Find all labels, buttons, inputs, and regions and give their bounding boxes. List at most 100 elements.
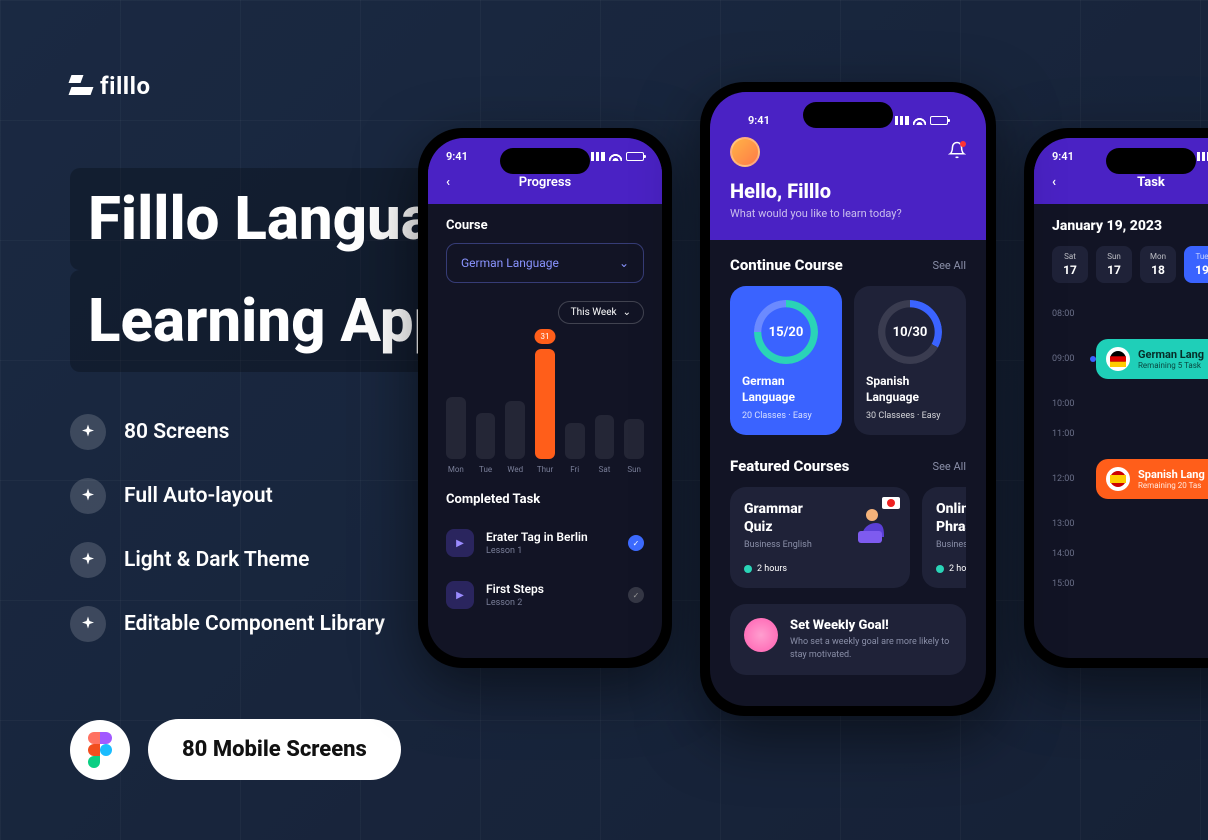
progress-text: 15/20 [754, 300, 818, 364]
schedule-event[interactable]: German Lang Remaining 5 Task [1096, 339, 1208, 379]
chart-bar[interactable]: Sat [595, 415, 615, 474]
schedule-slot: 10:00 [1052, 389, 1208, 419]
dynamic-island-icon [500, 148, 590, 174]
day-number: 17 [1056, 263, 1084, 277]
event-sub: Remaining 5 Task [1138, 361, 1204, 370]
course-name: Spanish Language [866, 374, 954, 405]
progress-ring: 15/20 [754, 300, 818, 364]
day-chip[interactable]: Sun 17 [1096, 246, 1132, 283]
schedule-slot: 14:00 [1052, 539, 1208, 569]
slot-time: 15:00 [1052, 579, 1086, 589]
feature-text: Light & Dark Theme [124, 548, 309, 572]
slot-time: 11:00 [1052, 429, 1086, 439]
day-number: 18 [1144, 263, 1172, 277]
progress-chart: Mon Tue Wed 31 Thur Fri Sat [446, 324, 644, 474]
flag-icon [1106, 467, 1130, 491]
slot-time: 14:00 [1052, 549, 1086, 559]
schedule-slot: 09:00 German Lang Remaining 5 Task [1052, 329, 1208, 389]
day-of-week: Sat [1056, 252, 1084, 261]
completed-task-label: Completed Task [446, 492, 644, 507]
screen-title: Task [1137, 175, 1165, 190]
feature-item: Light & Dark Theme [70, 542, 385, 578]
feature-item: Editable Component Library [70, 606, 385, 642]
figma-icon [70, 720, 130, 780]
chart-bar[interactable]: Tue [476, 413, 496, 474]
task-status-icon: ✓ [628, 587, 644, 603]
bar-day-label: Wed [507, 465, 523, 474]
back-icon[interactable]: ‹ [1052, 175, 1056, 190]
slot-time: 10:00 [1052, 399, 1086, 409]
phone-mockup-progress: 9:41 ‹ Progress Course German Language ⌄… [418, 128, 672, 668]
day-of-week: Tue [1188, 252, 1208, 261]
task-row[interactable]: ▶ Erater Tag in Berlin Lesson 1 ✓ [446, 517, 644, 569]
progress-ring: 10/30 [878, 300, 942, 364]
brand-mark-icon [70, 75, 92, 97]
brand-logo: filllo [70, 72, 151, 100]
chart-bar[interactable]: Sun [624, 419, 644, 474]
goal-emoji-icon [744, 618, 778, 652]
day-of-week: Sun [1100, 252, 1128, 261]
bar-day-label: Thur [537, 465, 553, 474]
flag-icon [1106, 347, 1130, 371]
cta-row: 80 Mobile Screens [70, 719, 401, 780]
goal-sub: Who set a weekly goal are more likely to… [790, 636, 952, 661]
user-avatar[interactable] [730, 137, 760, 167]
task-sub: Lesson 2 [486, 598, 616, 608]
chart-bar[interactable]: 31 Thur [535, 349, 555, 474]
day-number: 19 [1188, 263, 1208, 277]
greeting: Hello, Filllo [730, 179, 966, 203]
bar-peak-badge: 31 [535, 329, 556, 344]
schedule-slot: 12:00 Spanish Lang Remaining 20 Tas [1052, 449, 1208, 509]
course-illustration-icon [852, 493, 904, 545]
day-chip[interactable]: Mon 18 [1140, 246, 1176, 283]
back-icon[interactable]: ‹ [446, 175, 450, 190]
dynamic-island-icon [803, 102, 893, 128]
day-chip[interactable]: Tue 19 [1184, 246, 1208, 283]
play-icon: ▶ [446, 529, 474, 557]
screen-title: Progress [519, 175, 572, 190]
event-title: German Lang [1138, 348, 1204, 361]
phone-mockup-task: 9:41 ‹ Task January 19, 2023 Sat 17 Sun … [1024, 128, 1208, 668]
feature-item: Full Auto-layout [70, 478, 385, 514]
schedule-slot: 15:00 [1052, 569, 1208, 599]
slot-time: 12:00 [1052, 474, 1086, 484]
featured-sub: Business [936, 540, 966, 550]
day-chip[interactable]: Sat 17 [1052, 246, 1088, 283]
task-row[interactable]: ▶ First Steps Lesson 2 ✓ [446, 569, 644, 621]
sparkle-icon [70, 414, 106, 450]
course-select[interactable]: German Language ⌄ [446, 243, 644, 283]
schedule-slot: 08:00 [1052, 299, 1208, 329]
slot-time: 08:00 [1052, 309, 1086, 319]
feature-text: 80 Screens [124, 420, 229, 444]
sparkle-icon [70, 478, 106, 514]
chart-bar[interactable]: Mon [446, 397, 466, 474]
chart-bar[interactable]: Wed [505, 401, 525, 474]
course-card[interactable]: 10/30 Spanish Language 30 Classees · Eas… [854, 286, 966, 435]
cta-pill[interactable]: 80 Mobile Screens [148, 719, 401, 780]
featured-time: 2 hours [744, 564, 896, 574]
schedule-slot: 13:00 [1052, 509, 1208, 539]
continue-course-label: Continue Course [730, 256, 843, 274]
progress-text: 10/30 [878, 300, 942, 364]
notification-bell-icon[interactable] [948, 141, 966, 164]
featured-card[interactable]: GrammarQuiz Business English 2 hours [730, 487, 910, 588]
course-name: German Language [742, 374, 830, 405]
featured-card[interactable]: OnlinePhras Business 2 hours [922, 487, 966, 588]
task-title: First Steps [486, 582, 616, 596]
course-card[interactable]: 15/20 German Language 20 Classes · Easy [730, 286, 842, 435]
event-title: Spanish Lang [1138, 468, 1205, 481]
bar-day-label: Fri [570, 465, 579, 474]
day-of-week: Mon [1144, 252, 1172, 261]
bar-day-label: Sat [599, 465, 611, 474]
chart-bar[interactable]: Fri [565, 423, 585, 474]
see-all-link[interactable]: See All [933, 259, 966, 272]
see-all-link[interactable]: See All [933, 460, 966, 473]
weekly-goal-card[interactable]: Set Weekly Goal! Who set a weekly goal a… [730, 604, 966, 675]
dynamic-island-icon [1106, 148, 1196, 174]
week-filter[interactable]: This Week⌄ [558, 301, 644, 324]
task-date: January 19, 2023 [1052, 218, 1208, 234]
chevron-down-icon: ⌄ [619, 256, 629, 270]
phone-mockup-home: 9:41 Hello, Filllo What would you like t… [700, 82, 996, 716]
task-status-icon: ✓ [628, 535, 644, 551]
schedule-event[interactable]: Spanish Lang Remaining 20 Tas [1096, 459, 1208, 499]
